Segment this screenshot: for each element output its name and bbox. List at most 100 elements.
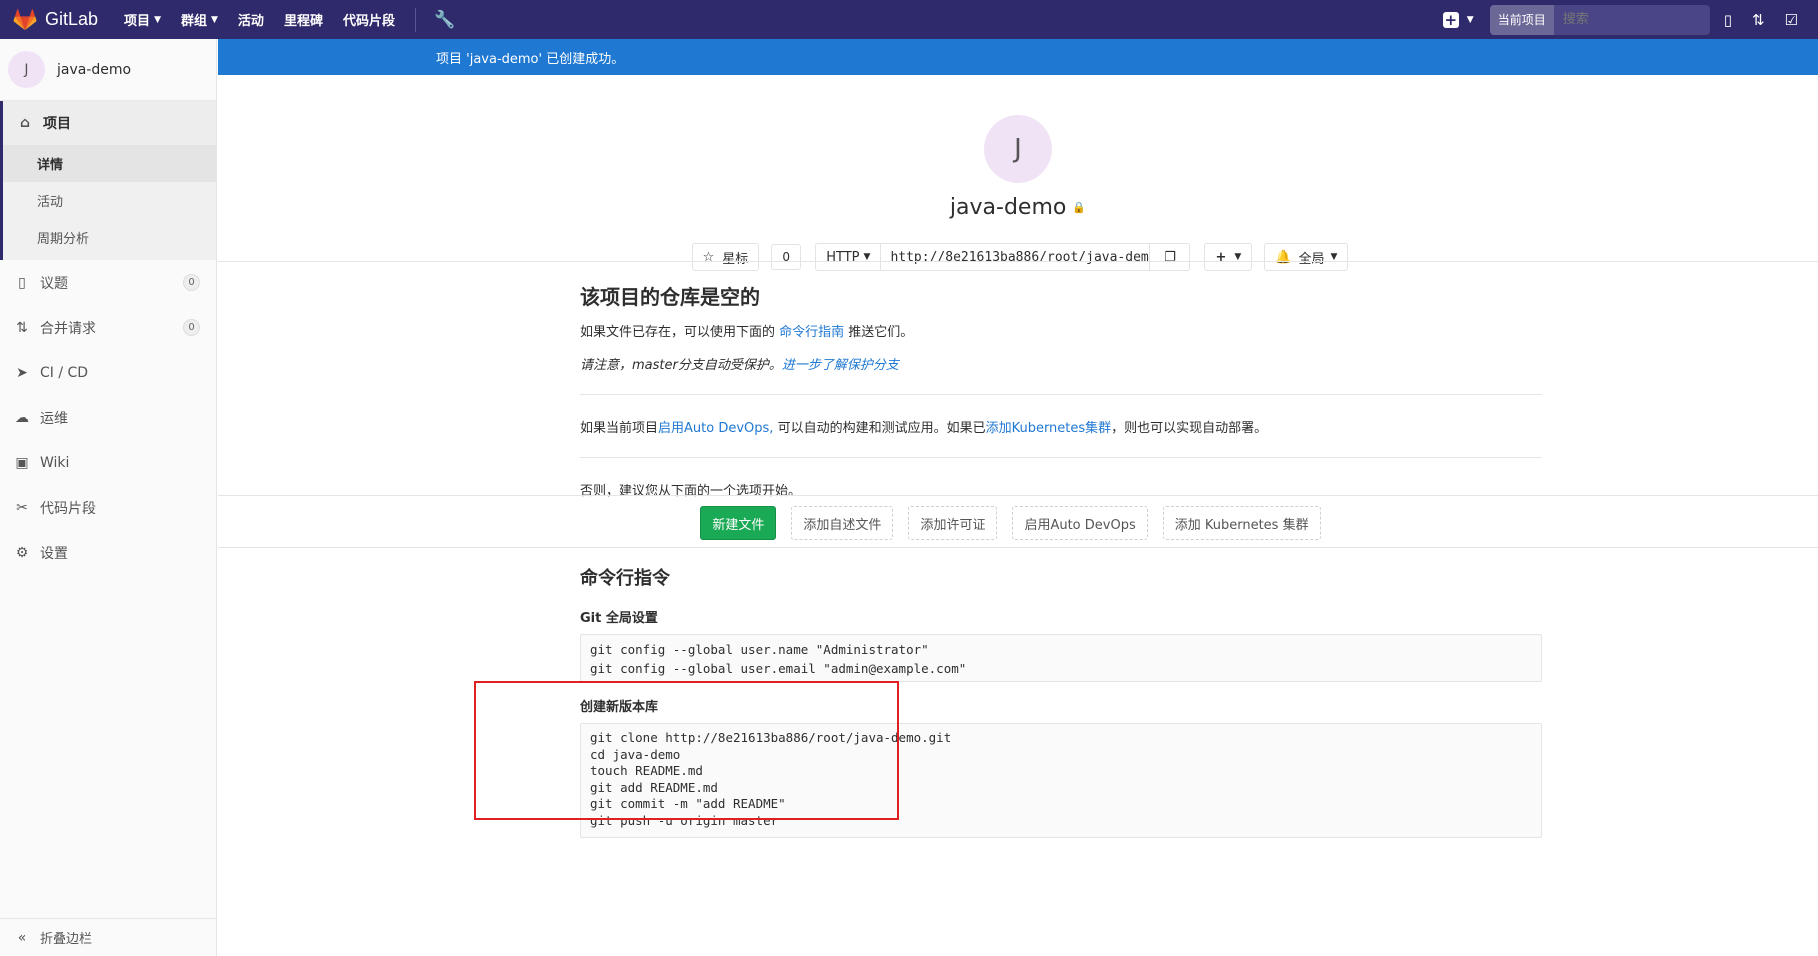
- brand[interactable]: GitLab: [12, 8, 99, 31]
- nav-projects[interactable]: 项目 ▼: [124, 10, 161, 29]
- sidebar-item-wiki[interactable]: ▣ Wiki: [0, 440, 216, 485]
- sidebar-item-settings[interactable]: ⚙ 设置: [0, 530, 216, 575]
- sidebar-project-header[interactable]: J java-demo: [0, 39, 216, 101]
- nav-groups[interactable]: 群组 ▼: [181, 10, 218, 29]
- autodevops-text-1: 如果当前项目: [580, 421, 659, 436]
- project-avatar-large: J: [984, 115, 1052, 183]
- add-k8s-cluster-button[interactable]: 添加 Kubernetes 集群: [1162, 506, 1321, 540]
- project-actions: ☆ 星标 0 HTTP ▼ http://8e21613ba886/root/j…: [222, 243, 1818, 271]
- project-title: java-demo 🔒: [218, 195, 1818, 220]
- autodevops-text: 如果当前项目启用Auto DevOps, 可以自动的构建和测试应用。如果已添加K…: [580, 417, 1542, 436]
- sidebar-subnav: 详情 活动 周期分析: [0, 145, 216, 260]
- gear-icon: ⚙: [15, 544, 29, 561]
- sidebar-item-label: 代码片段: [40, 500, 96, 517]
- new-dropdown[interactable]: + ▼: [1442, 10, 1474, 29]
- sidebar-item-project[interactable]: ⌂ 项目: [0, 101, 216, 145]
- new-file-button[interactable]: 新建文件: [700, 506, 777, 540]
- plus-square-icon: +: [1442, 10, 1459, 29]
- sidebar-item-snippets[interactable]: ✂ 代码片段: [0, 485, 216, 530]
- enable-autodevops-link[interactable]: 启用Auto DevOps,: [658, 421, 773, 436]
- intro-text: 如果文件已存在，可以使用下面的: [580, 325, 780, 340]
- book-icon: ▣: [15, 454, 29, 471]
- add-dropdown-button[interactable]: + ▼: [1204, 243, 1253, 271]
- empty-repo-intro: 如果文件已存在，可以使用下面的 命令行指南 推送它们。: [580, 321, 1542, 340]
- merge-requests-nav-icon[interactable]: ⇅: [1752, 11, 1765, 29]
- search-input[interactable]: [1553, 4, 1710, 35]
- project-avatar: J: [8, 51, 45, 88]
- otherwise-text: 否则，建议您从下面的一个选项开始。: [580, 484, 802, 499]
- sidebar-project-name: java-demo: [57, 61, 132, 78]
- enable-autodevops-button[interactable]: 启用Auto DevOps: [1012, 506, 1148, 540]
- clone-protocol-dropdown[interactable]: HTTP ▼: [815, 243, 881, 271]
- scissors-icon: ✂: [16, 499, 28, 516]
- mr-count-badge: 0: [183, 319, 200, 336]
- global-settings-code[interactable]: git config --global user.name "Administr…: [580, 634, 1542, 682]
- nav-groups-label: 群组: [180, 14, 207, 29]
- star-label: 星标: [722, 251, 749, 267]
- bell-icon: 🔔: [1275, 249, 1292, 265]
- nav-snippets[interactable]: 代码片段: [343, 10, 395, 29]
- sidebar-item-label: 议题: [40, 275, 68, 292]
- brand-name: GitLab: [45, 9, 99, 29]
- collapse-label: 折叠边栏: [40, 932, 93, 947]
- autodevops-text-3: ，则也可以实现自动部署。: [1111, 421, 1268, 436]
- protected-branch-link[interactable]: 进一步了解保护分支: [782, 358, 899, 373]
- empty-repo-title: 该项目的仓库是空的: [580, 285, 760, 309]
- star-icon: ☆: [702, 249, 715, 265]
- sidebar-item-cicd[interactable]: ➤ CI / CD: [0, 350, 216, 395]
- add-license-button[interactable]: 添加许可证: [908, 506, 998, 540]
- copy-url-button[interactable]: ❐: [1150, 243, 1191, 271]
- nav-activity[interactable]: 活动: [238, 10, 264, 29]
- merge-request-icon: ⇅: [16, 319, 28, 336]
- cli-guide-link[interactable]: 命令行指南: [779, 325, 844, 340]
- sidebar-item-operations[interactable]: ☁ 运维: [0, 395, 216, 440]
- sidebar-item-label: CI / CD: [40, 364, 89, 381]
- section-divider: [218, 261, 1818, 262]
- lock-icon: 🔒: [1072, 201, 1087, 214]
- nav-projects-label: 项目: [124, 14, 151, 29]
- option-buttons: 新建文件 添加自述文件 添加许可证 启用Auto DevOps 添加 Kuber…: [218, 506, 1818, 540]
- sidebar-subitem-cycle-analytics[interactable]: 周期分析: [3, 219, 216, 256]
- sidebar-item-issues[interactable]: ▯ 议题 0: [0, 260, 216, 305]
- flash-notice: 项目 'java-demo' 已创建成功。: [218, 39, 1818, 75]
- collapse-sidebar-button[interactable]: « 折叠边栏: [0, 918, 216, 956]
- sidebar-item-label: 项目: [43, 116, 71, 132]
- home-icon: ⌂: [19, 115, 31, 131]
- search-scope[interactable]: 当前项目: [1489, 4, 1554, 35]
- cli-title: 命令行指令: [580, 568, 670, 589]
- add-k8s-link[interactable]: 添加Kubernetes集群: [986, 421, 1112, 436]
- add-readme-button[interactable]: 添加自述文件: [791, 506, 894, 540]
- todos-nav-icon[interactable]: ☑: [1785, 11, 1798, 29]
- admin-wrench-icon[interactable]: 🔧: [434, 10, 455, 30]
- rocket-icon: ➤: [16, 364, 28, 381]
- note-text: 请注意，master分支自动受保护。: [580, 358, 782, 373]
- star-button[interactable]: ☆ 星标: [691, 243, 760, 271]
- plus-icon: +: [1215, 249, 1227, 265]
- main-menu: 项目 ▼ 群组 ▼ 活动 里程碑 代码片段 🔧: [124, 7, 455, 32]
- protected-branch-note: 请注意，master分支自动受保护。进一步了解保护分支: [580, 354, 1542, 373]
- chevron-down-icon: ▼: [211, 14, 218, 25]
- section-divider: [218, 547, 1818, 548]
- notification-dropdown[interactable]: 🔔 全局 ▼: [1264, 243, 1349, 271]
- sidebar-item-merge-requests[interactable]: ⇅ 合并请求 0: [0, 305, 216, 350]
- sidebar-subitem-details[interactable]: 详情: [3, 145, 216, 182]
- issues-nav-icon[interactable]: ▯: [1724, 11, 1732, 29]
- chevron-down-icon: ▼: [1466, 14, 1474, 25]
- empty-repo-section: 该项目的仓库是空的 如果文件已存在，可以使用下面的 命令行指南 推送它们。 请注…: [580, 281, 1542, 499]
- cloud-icon: ☁: [15, 409, 29, 426]
- intro-text-end: 推送它们。: [844, 325, 914, 340]
- clone-url-input[interactable]: http://8e21613ba886/root/java-demo.git: [880, 243, 1151, 271]
- nav-milestones[interactable]: 里程碑: [284, 10, 323, 29]
- top-navbar: GitLab 项目▼ 群组▼ 活动 里程碑 代码片段 🔧 + ▼ 当前项目 ⚲ …: [0, 0, 1818, 39]
- double-chevron-left-icon: «: [17, 929, 27, 946]
- sidebar-subitem-activity[interactable]: 活动: [3, 182, 216, 219]
- project-sidebar: J java-demo ⌂ 项目 详情 活动 周期分析 ▯ 议题 0 ⇅ 合并请…: [0, 39, 217, 956]
- star-count[interactable]: 0: [771, 244, 802, 270]
- sidebar-item-label: 合并请求: [40, 320, 96, 337]
- issues-count-badge: 0: [183, 274, 200, 291]
- section-divider: [218, 495, 1818, 496]
- highlight-box: [474, 681, 899, 820]
- global-settings-title: Git 全局设置: [580, 611, 658, 626]
- divider: [580, 394, 1542, 395]
- clipboard-icon: ❐: [1164, 249, 1176, 265]
